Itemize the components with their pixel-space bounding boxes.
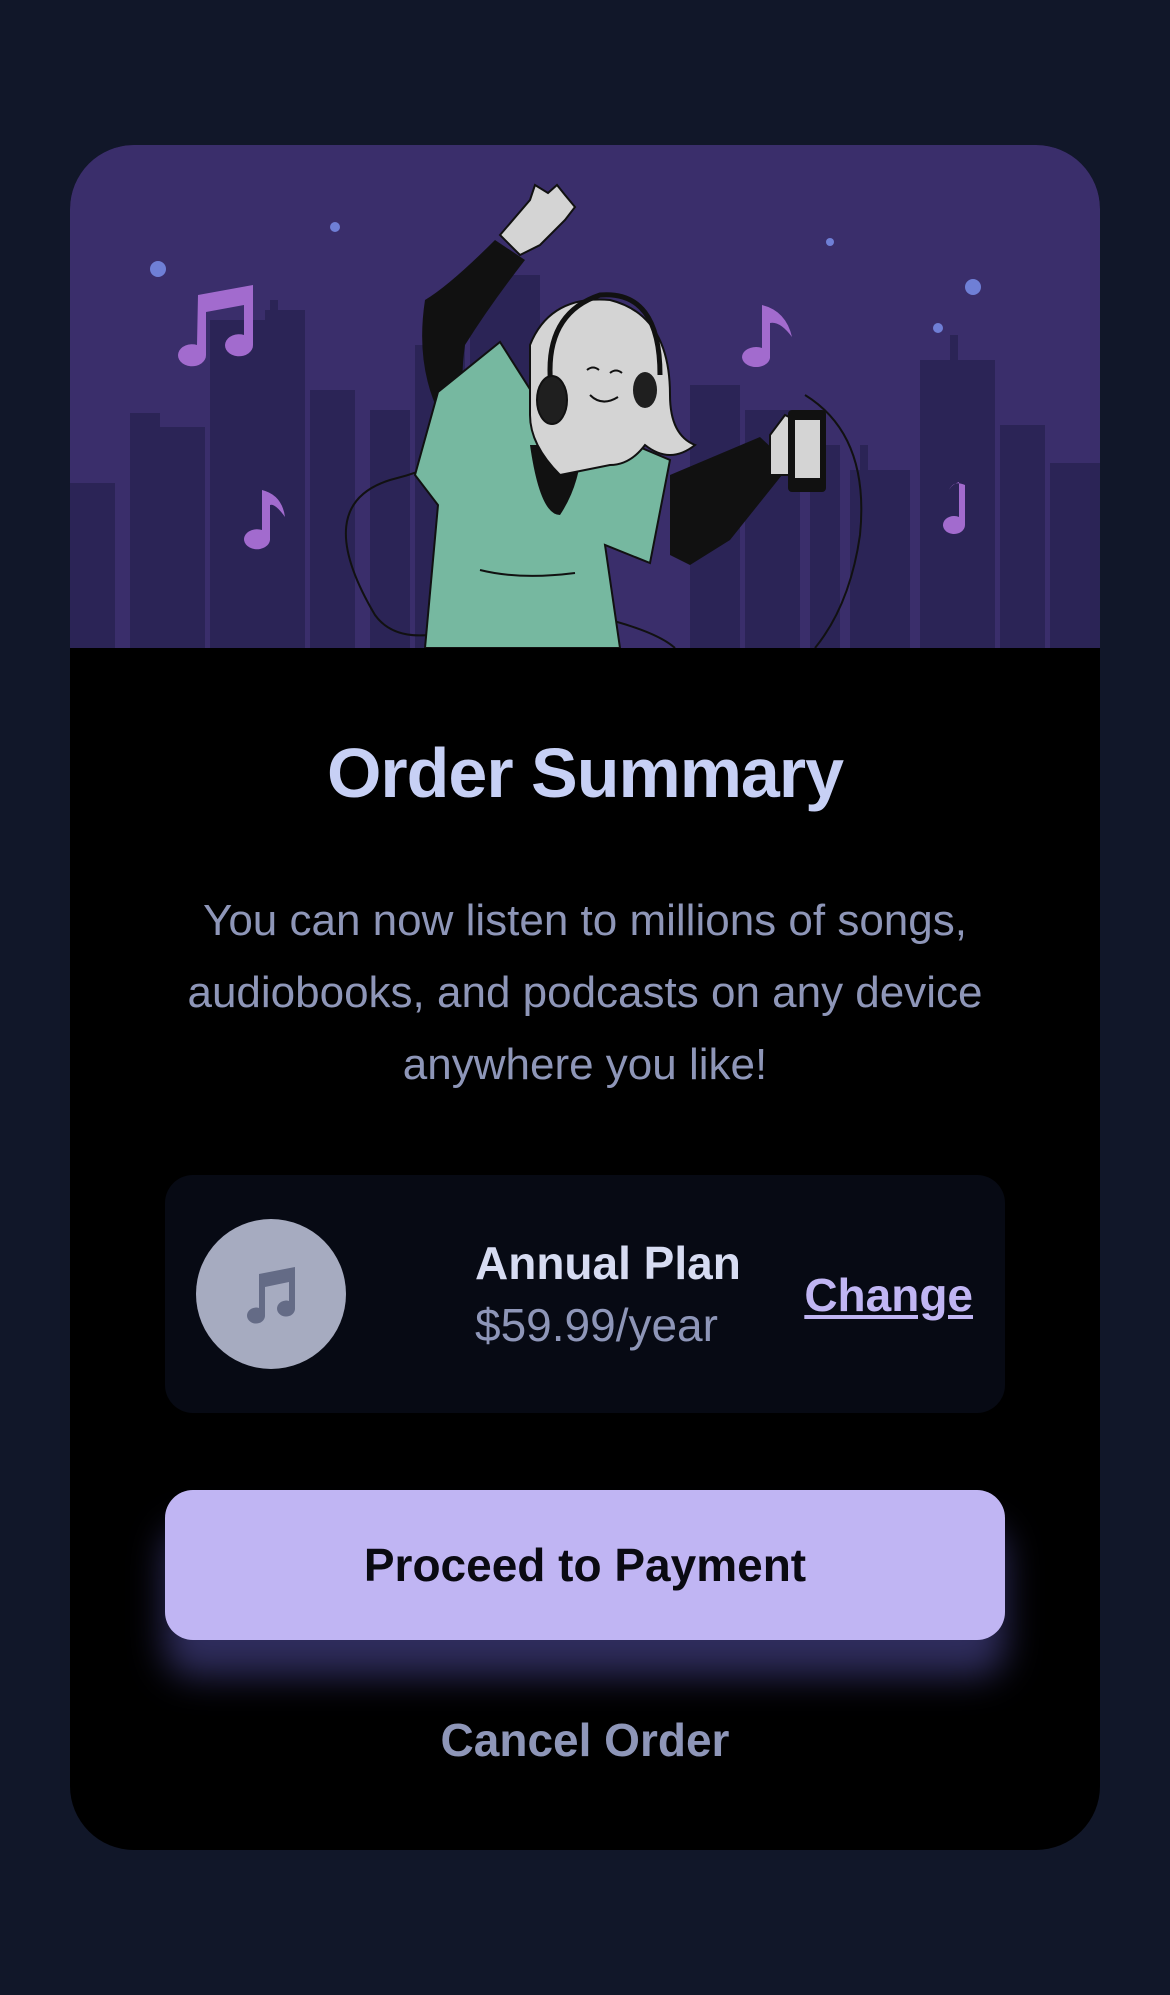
music-note-icon (196, 1219, 346, 1369)
plan-price: $59.99/year (475, 1299, 718, 1351)
cancel-order-button[interactable]: Cancel Order (335, 1705, 835, 1775)
page-title: Order Summary (326, 734, 844, 812)
change-plan-link[interactable]: Change (804, 1267, 973, 1323)
proceed-to-payment-button[interactable]: Proceed to Payment (165, 1490, 1005, 1640)
order-description: You can now listen to millions of songs,… (187, 896, 983, 1089)
plan-name: Annual Plan (475, 1237, 741, 1289)
order-summary-card: Order Summary You can now listen to mill… (70, 145, 1100, 1850)
plan-summary-box: Annual Plan $59.99/year Change (165, 1175, 1005, 1413)
hero-illustration (70, 145, 1100, 648)
